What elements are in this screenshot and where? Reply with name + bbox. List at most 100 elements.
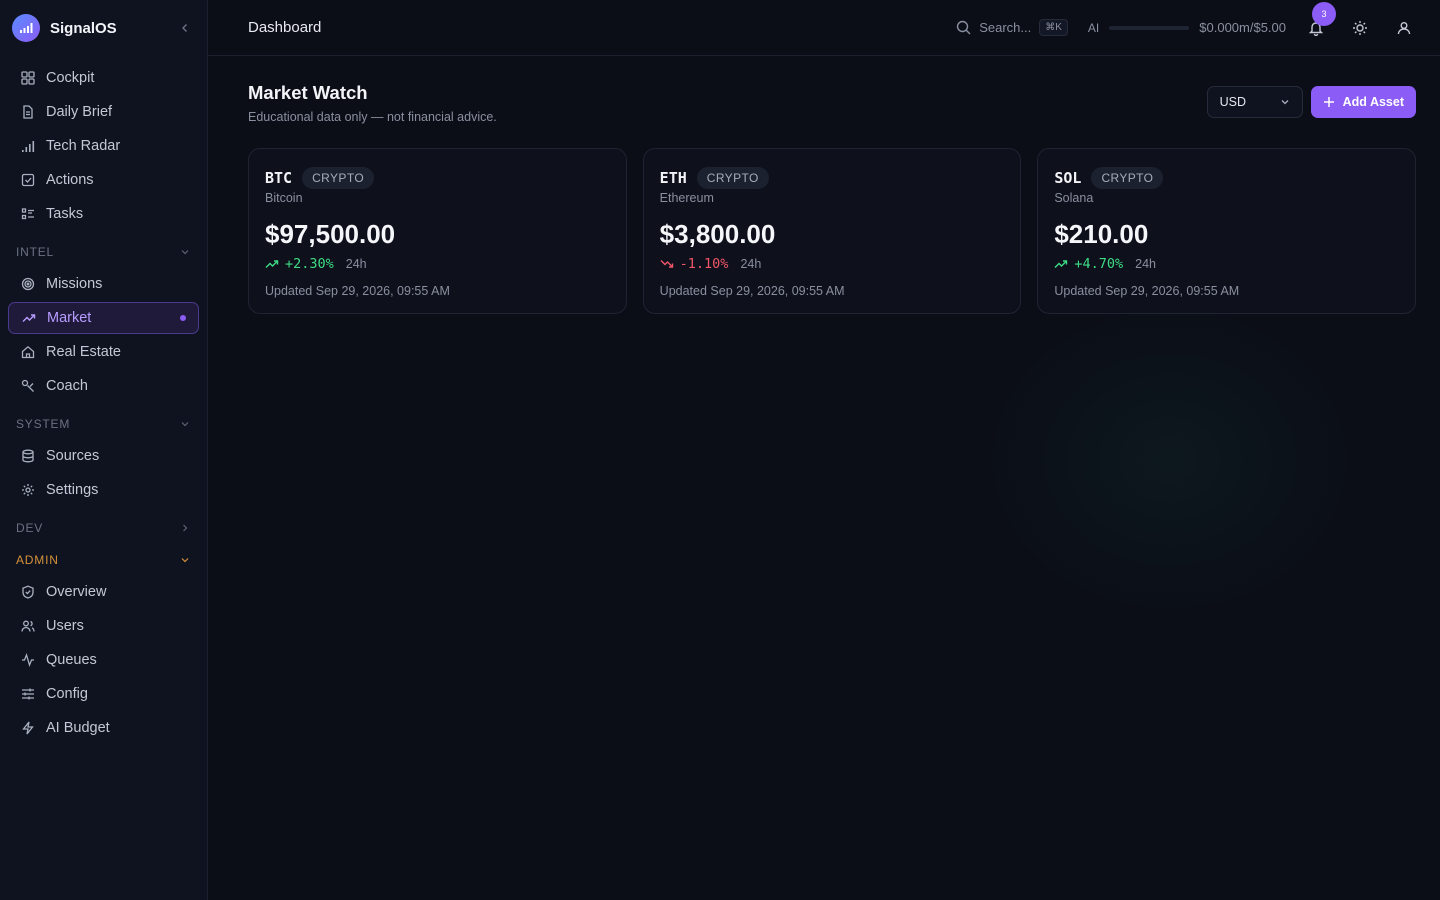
signal-bars-icon (20, 138, 36, 154)
sidebar-item-cockpit[interactable]: Cockpit (8, 62, 199, 94)
sidebar-item-label: Sources (46, 448, 100, 464)
ai-cost: $0.000m/$5.00 (1199, 20, 1286, 35)
sidebar-item-tasks[interactable]: Tasks (8, 198, 199, 230)
section-admin-toggle[interactable]: ADMIN (8, 550, 199, 570)
asset-ticker: SOL (1054, 169, 1082, 187)
background-glow (980, 300, 1360, 620)
asset-price: $3,800.00 (659, 219, 776, 249)
chevron-left-icon[interactable] (175, 18, 195, 38)
sidebar-item-actions[interactable]: Actions (8, 164, 199, 196)
asset-name: Solana (1054, 191, 1094, 205)
plus-icon (1323, 97, 1334, 107)
asset-change: +2.30% (285, 256, 334, 272)
sidebar-item-daily-brief[interactable]: Daily Brief (8, 96, 199, 128)
signal-logo-icon (12, 14, 40, 42)
asset-type-badge: CRYPTO (302, 167, 375, 189)
asset-price: $210.00 (1054, 219, 1149, 249)
asset-card[interactable]: SOL CRYPTO Solana $210.00 +4.70% 24h Upd… (1037, 148, 1417, 314)
sidebar-item-missions[interactable]: Missions (8, 268, 199, 300)
asset-change: +4.70% (1074, 256, 1124, 272)
user-icon (1397, 21, 1411, 34)
asset-change-period: 24h (1135, 257, 1156, 271)
gear-icon (20, 482, 36, 498)
sidebar-item-ai-budget[interactable]: AI Budget (8, 712, 199, 744)
chevron-down-icon (179, 554, 191, 566)
asset-cards: BTC CRYPTO Bitcoin $97,500.00 +2.30% 24h… (248, 148, 1417, 314)
ai-budget-bar (1109, 25, 1190, 30)
asset-name: Bitcoin (265, 191, 303, 205)
sidebar-item-overview[interactable]: Overview (8, 576, 199, 608)
sidebar-item-label: Queues (46, 652, 97, 668)
sidebar-item-settings[interactable]: Settings (8, 474, 199, 506)
sidebar-item-label: Tech Radar (46, 138, 121, 154)
search-button[interactable]: Search... ⌘K (956, 19, 1068, 36)
sidebar-item-users[interactable]: Users (8, 610, 199, 642)
asset-updated: Updated Sep 29, 2026, 09:55 AM (1054, 284, 1240, 298)
brand-name: SignalOS (50, 19, 117, 37)
asset-ticker: BTC (265, 169, 293, 187)
sidebar-nav: Cockpit Daily Brief Tech Radar Actions T… (0, 56, 207, 744)
sidebar-item-queues[interactable]: Queues (8, 644, 199, 676)
page-content: Market Watch Educational data only — not… (208, 56, 1440, 314)
section-title: ADMIN (16, 553, 59, 567)
currency-value: USD (1219, 95, 1247, 109)
sidebar-item-label: Tasks (46, 206, 84, 222)
section-title: INTEL (16, 245, 55, 259)
sidebar-item-coach[interactable]: Coach (8, 370, 199, 402)
ai-budget-label: AI (1087, 20, 1100, 35)
sidebar-item-market[interactable]: Market (8, 302, 199, 334)
users-icon (20, 618, 36, 634)
search-shortcut: ⌘K (1039, 19, 1068, 36)
currency-select[interactable]: USD (1206, 86, 1303, 118)
user-menu-button[interactable] (1392, 16, 1416, 40)
sidebar-item-label: Daily Brief (46, 104, 113, 120)
sidebar-item-real-estate[interactable]: Real Estate (8, 336, 199, 368)
add-asset-label: Add Asset (1342, 95, 1404, 109)
sidebar-item-label: Settings (46, 482, 99, 498)
section-dev-toggle[interactable]: DEV (8, 518, 199, 538)
asset-card[interactable]: BTC CRYPTO Bitcoin $97,500.00 +2.30% 24h… (248, 148, 627, 314)
section-title: SYSTEM (16, 417, 71, 431)
sidebar-item-label: Overview (46, 584, 107, 600)
asset-type-badge: CRYPTO (696, 167, 769, 189)
sidebar-item-label: Real Estate (46, 344, 121, 360)
chevron-down-icon (179, 246, 191, 258)
brand: SignalOS (0, 0, 207, 56)
sidebar-item-label: Actions (46, 172, 94, 188)
sidebar-item-label: Users (46, 618, 84, 634)
page-title: Market Watch (248, 82, 368, 103)
database-icon (20, 448, 36, 464)
notifications-button[interactable]: 3 (1304, 1, 1336, 40)
section-intel-toggle[interactable]: INTEL (8, 242, 199, 262)
sidebar-item-label: Config (46, 686, 88, 702)
active-indicator (180, 315, 186, 321)
chevron-down-icon (179, 418, 191, 430)
add-asset-button[interactable]: Add Asset (1310, 86, 1416, 118)
document-icon (20, 104, 36, 120)
asset-ticker: ETH (659, 169, 687, 187)
asset-change-period: 24h (740, 257, 762, 271)
asset-card[interactable]: ETH CRYPTO Ethereum $3,800.00 -1.10% 24h… (642, 148, 1022, 314)
trending-up-icon (21, 310, 37, 326)
sidebar: SignalOS Cockpit Daily Brief Tech Radar … (0, 0, 208, 900)
trending-down-icon (660, 260, 673, 268)
coach-icon (20, 378, 36, 394)
list-checks-icon (20, 206, 36, 222)
sidebar-item-label: Market (47, 310, 92, 326)
chevron-down-icon (1281, 100, 1289, 105)
sun-icon (1353, 20, 1367, 35)
sidebar-item-config[interactable]: Config (8, 678, 199, 710)
sidebar-item-label: Missions (46, 276, 103, 292)
theme-toggle-button[interactable] (1348, 16, 1372, 40)
topbar: Dashboard Search... ⌘K AI $0.000m/$5.00 … (208, 0, 1440, 56)
sidebar-item-label: Cockpit (46, 70, 95, 86)
section-system-toggle[interactable]: SYSTEM (8, 414, 199, 434)
asset-updated: Updated Sep 29, 2026, 09:55 AM (659, 284, 845, 298)
page-subtitle: Educational data only — not financial ad… (248, 110, 497, 124)
chevron-right-icon (179, 522, 191, 534)
trending-up-icon (265, 260, 279, 268)
sidebar-item-sources[interactable]: Sources (8, 440, 199, 472)
shield-icon (20, 584, 36, 600)
sidebar-item-tech-radar[interactable]: Tech Radar (8, 130, 199, 162)
lightning-icon (20, 720, 36, 736)
